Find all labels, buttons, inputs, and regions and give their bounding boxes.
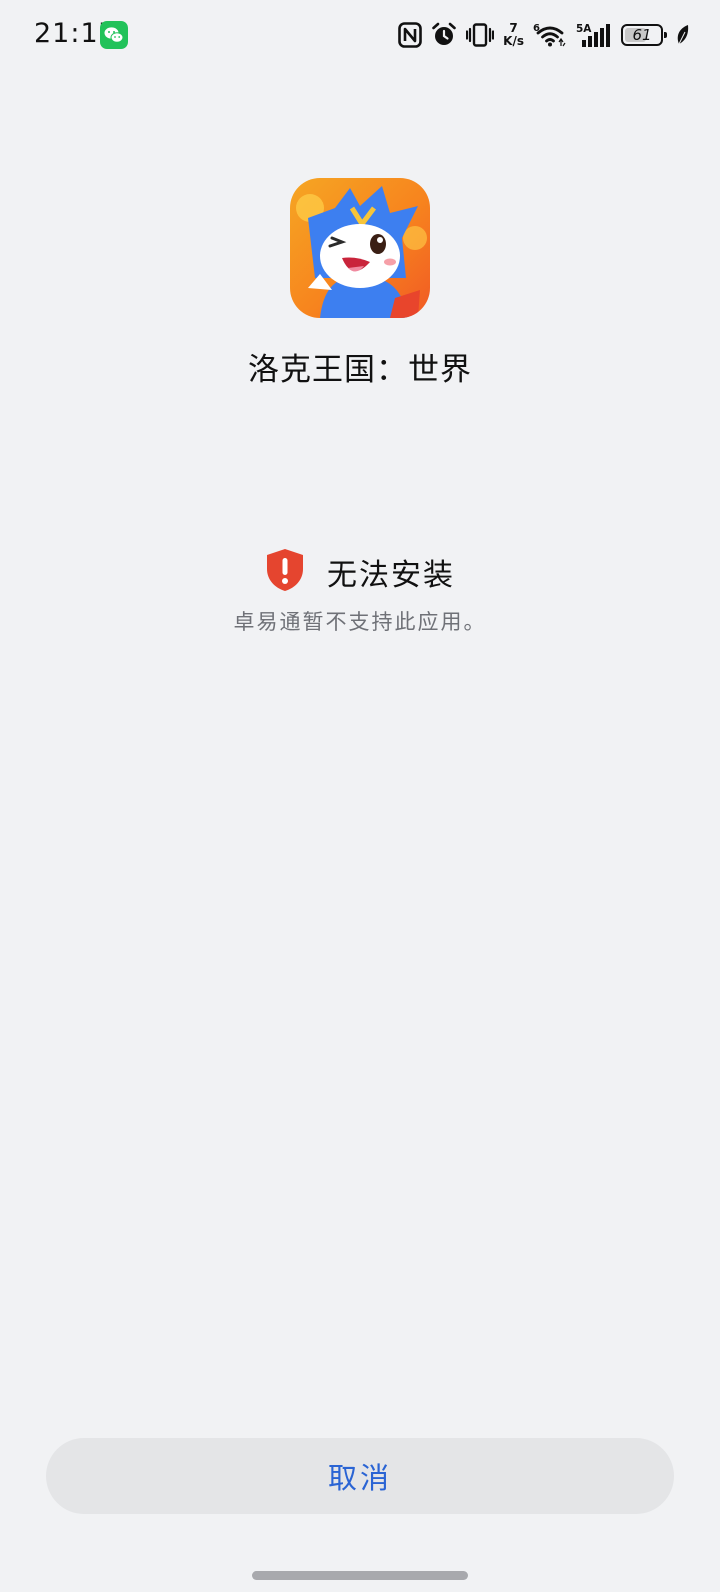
shield-alert-icon bbox=[265, 548, 305, 596]
battery-level: 61 bbox=[632, 26, 652, 44]
battery-icon: 61 bbox=[621, 24, 667, 46]
wifi-icon: 6 bbox=[533, 22, 567, 48]
cancel-button[interactable]: 取消 bbox=[46, 1438, 674, 1514]
svg-text:5A: 5A bbox=[576, 23, 592, 35]
nfc-icon bbox=[398, 22, 422, 48]
wechat-icon bbox=[100, 21, 128, 49]
leaf-icon bbox=[676, 24, 690, 46]
home-indicator[interactable] bbox=[252, 1571, 468, 1580]
error-title: 无法安装 bbox=[327, 558, 455, 593]
app-icon bbox=[290, 178, 430, 318]
vibrate-icon bbox=[466, 23, 495, 47]
app-name: 洛克王国：世界 bbox=[248, 352, 472, 388]
network-speed-unit: K/s bbox=[503, 34, 524, 48]
install-error: 无法安装 bbox=[0, 548, 720, 596]
error-description: 卓易通暂不支持此应用。 bbox=[233, 610, 487, 634]
status-icons: 7 K/s 6 5A 61 bbox=[398, 18, 690, 52]
status-bar: 21:17 7 K/s 6 5A 61 bbox=[0, 0, 720, 70]
network-speed: 7 K/s bbox=[503, 22, 524, 48]
alarm-icon bbox=[431, 22, 457, 48]
signal-icon: 5A bbox=[576, 22, 612, 48]
